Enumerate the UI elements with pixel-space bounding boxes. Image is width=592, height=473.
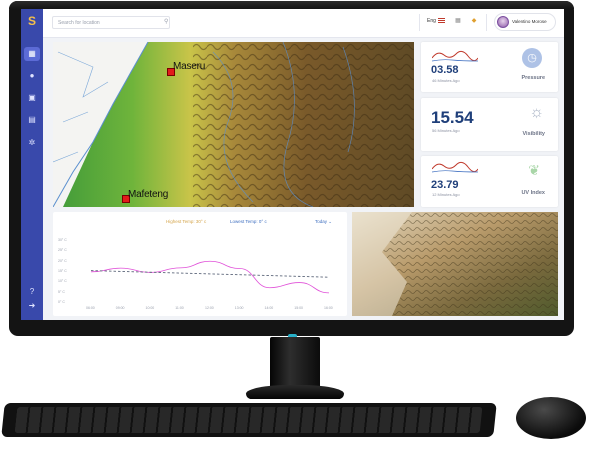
- avatar: [497, 16, 509, 28]
- flag-icon: [437, 18, 445, 23]
- monitor-stand-neck: [270, 337, 320, 389]
- top-bar: Search for location ⚲ Eng ▦ ◆ Valentino …: [43, 9, 564, 38]
- uv-label: UV Index: [521, 190, 545, 196]
- mouse: [516, 397, 586, 439]
- temperature-chart: [90, 260, 330, 294]
- topbar-divider: [419, 14, 420, 31]
- user-icon[interactable]: ●: [27, 71, 37, 81]
- uv-value: 23.79: [431, 179, 459, 191]
- leaf-icon: ❦: [528, 162, 540, 178]
- satellite-map-graphic: [352, 212, 558, 316]
- visibility-value: 15.54: [431, 108, 474, 127]
- monitor-stand-base: [246, 385, 344, 399]
- keyboard-keys: [14, 407, 483, 433]
- visibility-label: Visibility: [522, 131, 545, 137]
- logout-icon[interactable]: ➜: [27, 301, 37, 311]
- topbar-divider: [486, 14, 487, 31]
- temperature-chart-panel: Highest Temp: 30° c Lowest Temp: 0° c To…: [53, 212, 347, 316]
- sidebar: S ▦ ● ▣ ▤ ✲ ? ➜: [21, 9, 43, 320]
- screen: S ▦ ● ▣ ▤ ✲ ? ➜ Search for location ⚲ En…: [21, 9, 564, 320]
- sun-icon: ☼: [529, 104, 544, 121]
- help-icon[interactable]: ?: [27, 287, 37, 297]
- trend-line: [90, 270, 330, 278]
- pressure-value: 03.58: [431, 64, 459, 76]
- temperature-line: [90, 260, 330, 294]
- visibility-timestamp: 56 Minutes Ago: [432, 128, 460, 133]
- terrain-map-graphic: [53, 42, 414, 207]
- language-selector[interactable]: Eng: [427, 17, 445, 24]
- uv-timestamp: 12 Minutes Ago: [432, 192, 460, 197]
- notification-icon[interactable]: ◆: [470, 17, 478, 25]
- map-label-north: Maseru: [173, 61, 206, 72]
- pressure-sparkline: [432, 50, 478, 62]
- terrain-map[interactable]: Maseru Mafeteng: [53, 42, 414, 207]
- user-name: Valentino Morose: [512, 19, 547, 24]
- dashboard-icon[interactable]: ▦: [27, 49, 37, 59]
- pressure-timestamp: 46 Minutes Ago: [432, 78, 460, 83]
- monitor-bezel: [9, 1, 574, 9]
- settings-icon[interactable]: ✲: [27, 138, 37, 148]
- clock-icon: ◷: [522, 48, 542, 68]
- document-icon[interactable]: ▤: [27, 115, 37, 125]
- user-menu[interactable]: Valentino Morose: [494, 13, 556, 31]
- visibility-card[interactable]: 15.54 56 Minutes Ago ☼ Visibility: [421, 98, 558, 151]
- calendar-icon[interactable]: ▣: [27, 93, 37, 103]
- satellite-map[interactable]: [352, 212, 558, 316]
- grid-icon[interactable]: ▦: [454, 17, 462, 25]
- uv-index-card[interactable]: 23.79 12 Minutes Ago ❦ UV Index: [421, 156, 558, 207]
- pressure-card[interactable]: 03.58 46 Minutes Ago ◷ Pressure: [421, 42, 558, 92]
- pressure-label: Pressure: [521, 75, 545, 81]
- map-label-south: Mafeteng: [128, 189, 169, 200]
- search-input[interactable]: Search for location: [52, 16, 170, 29]
- uv-sparkline: [432, 161, 478, 173]
- language-label: Eng: [427, 18, 436, 24]
- app-logo[interactable]: S: [26, 15, 38, 27]
